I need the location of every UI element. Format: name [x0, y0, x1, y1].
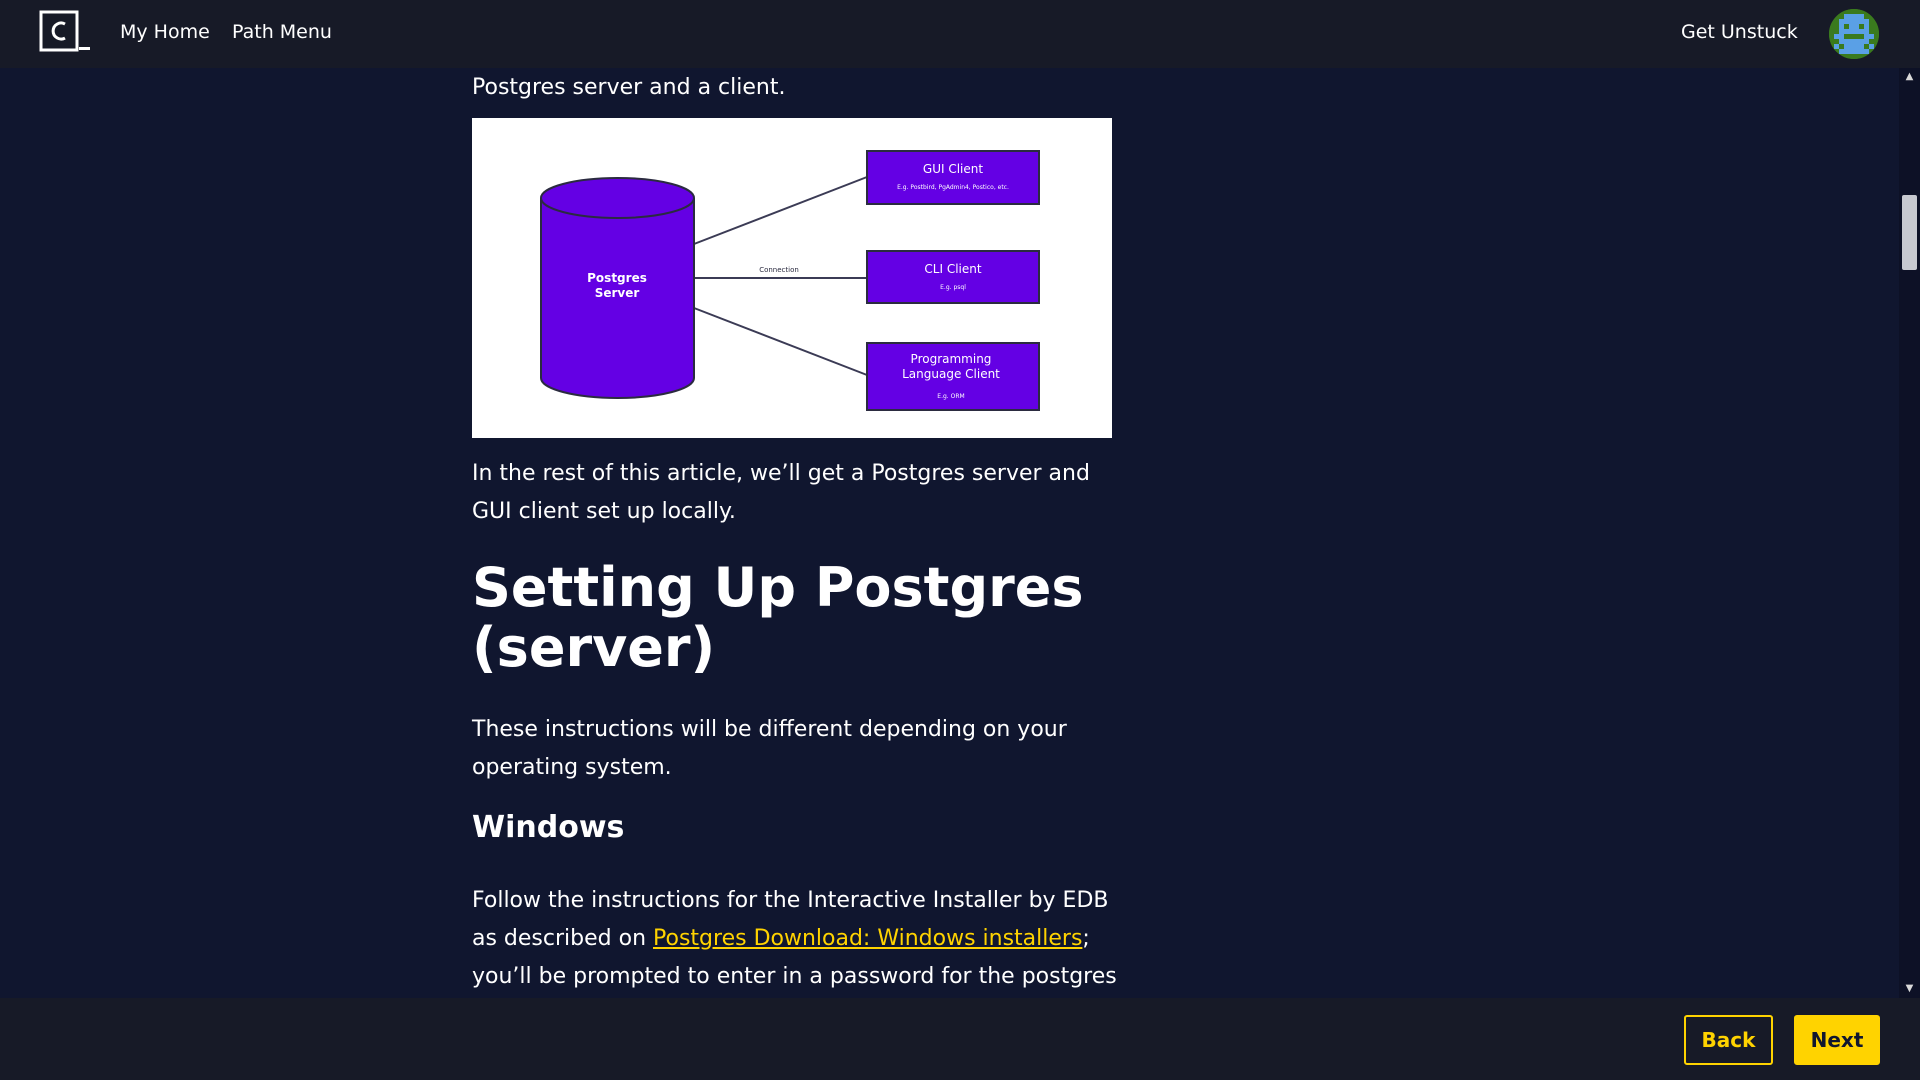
prog-client-label-1: Programming: [911, 352, 992, 366]
connection-label: Connection: [759, 266, 799, 274]
server-label-2: Server: [595, 286, 640, 300]
scrollbar-thumb[interactable]: [1902, 195, 1917, 270]
prog-connection-line: [693, 307, 868, 376]
prog-client-label-2: Language Client: [902, 367, 1000, 381]
diagram-svg: Postgres Server Connection GUI Client E.…: [540, 150, 1040, 411]
gui-client-label: GUI Client: [923, 162, 983, 176]
prog-client-sub: E.g. ORM: [937, 393, 964, 400]
postgres-download-windows-link[interactable]: Postgres Download: Windows installers: [653, 926, 1082, 951]
vertical-scrollbar[interactable]: ▲ ▼: [1899, 68, 1920, 998]
instructions-paragraph: These instructions will be different dep…: [472, 717, 1067, 780]
top-nav-bar: My Home Path Menu Get Unstuck: [0, 0, 1920, 68]
scroll-up-arrow-icon[interactable]: ▲: [1899, 68, 1920, 86]
server-label-1: Postgres: [587, 271, 647, 285]
gui-client-box: [866, 150, 1040, 205]
cli-client-box: [866, 250, 1040, 304]
windows-heading: Windows: [472, 810, 625, 845]
codecademy-logo-icon[interactable]: [39, 10, 91, 52]
cli-client-label: CLI Client: [924, 262, 981, 276]
cli-client-sub: E.g. psql: [940, 284, 966, 291]
postgres-architecture-diagram: Postgres Server Connection GUI Client E.…: [472, 118, 1112, 438]
avatar[interactable]: [1829, 9, 1879, 59]
intro-paragraph-tail: Postgres server and a client.: [472, 75, 786, 100]
gui-client-sub: E.g. Postbird, PgAdmin4, Postico, etc.: [897, 184, 1009, 191]
nav-my-home[interactable]: My Home: [120, 21, 210, 43]
windows-paragraph: Follow the instructions for the Interact…: [472, 882, 1122, 998]
section-heading: Setting Up Postgres (server): [472, 556, 1084, 679]
next-button[interactable]: Next: [1794, 1015, 1880, 1065]
scroll-down-arrow-icon[interactable]: ▼: [1899, 980, 1920, 998]
footer-bar: Back Next: [0, 998, 1920, 1080]
main-content: Postgres server and a client. Postgres S…: [0, 68, 1899, 998]
get-unstuck-link[interactable]: Get Unstuck: [1681, 21, 1798, 43]
avatar-pixel-icon: [1829, 9, 1879, 59]
gui-connection-line: [693, 176, 868, 245]
rest-paragraph: In the rest of this article, we’ll get a…: [472, 461, 1090, 524]
nav-path-menu[interactable]: Path Menu: [232, 21, 332, 43]
back-button[interactable]: Back: [1684, 1015, 1773, 1065]
